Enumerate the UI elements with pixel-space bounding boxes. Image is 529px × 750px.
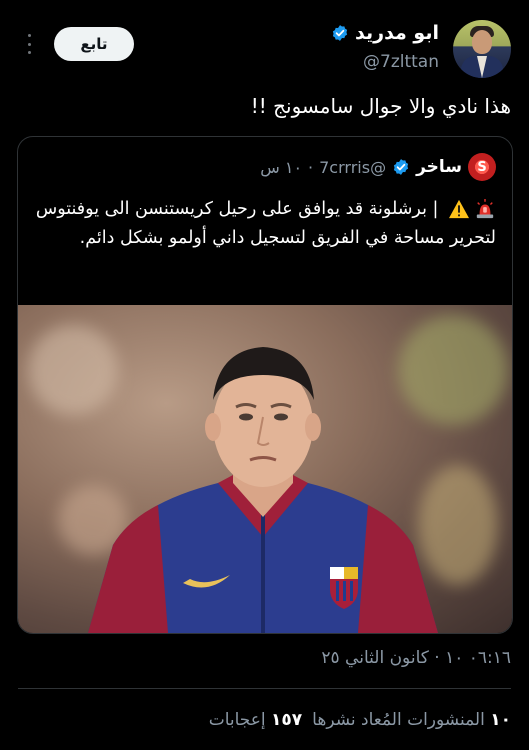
quoted-tweet-dot: ·: [308, 157, 314, 177]
quoted-tweet-media[interactable]: [18, 305, 512, 633]
quoted-tweet-text-block: | برشلونة قد يوافق على رحيل كريستنسن الى…: [34, 195, 496, 253]
more-dot: [27, 51, 31, 54]
quoted-tweet-time: ١٠ س: [260, 157, 303, 177]
retweets-label: المنشورات المُعاد نشرها: [312, 710, 485, 730]
quoted-tweet-card[interactable]: S ساخر @7crrris · ١٠ س | برشلونة قد يواف…: [17, 136, 513, 634]
verified-badge-icon: [393, 159, 409, 175]
player-photo: [88, 347, 438, 633]
tweet-detail: ابو مدريد @7zlttan تابع هذا نادي والا جو…: [0, 0, 529, 750]
quoted-avatar-letter: S: [477, 159, 487, 175]
quoted-author-avatar[interactable]: S: [468, 153, 496, 181]
likes-label: إعجابات: [208, 710, 266, 730]
quoted-author-name[interactable]: ساخر: [416, 157, 462, 177]
author-handle[interactable]: @7zlttan: [363, 52, 439, 72]
verified-badge-icon: [332, 25, 348, 41]
retweets-stat[interactable]: ١٠ المنشورات المُعاد نشرها: [312, 710, 511, 730]
tweet-stats: ١٠ المنشورات المُعاد نشرها ١٥٧ إعجابات: [209, 710, 511, 730]
author-name-row[interactable]: ابو مدريد: [331, 22, 439, 44]
likes-count: ١٥٧: [271, 710, 303, 730]
more-dot: [27, 34, 31, 37]
avatar-face: [472, 30, 492, 54]
tweet-text: هذا نادي والا جوال سامسونج !!: [250, 94, 511, 118]
siren-icon: [476, 199, 494, 219]
quoted-tweet-text: | برشلونة قد يوافق على رحيل كريستنسن الى…: [35, 199, 496, 248]
author-avatar[interactable]: [453, 20, 511, 78]
divider: [18, 688, 511, 689]
tweet-timestamp[interactable]: ٠٦:١٦ ١٠ · كانون الثاني ٢٥: [321, 648, 511, 668]
more-dot: [27, 42, 31, 46]
more-vertical-icon[interactable]: [26, 34, 32, 54]
likes-stat[interactable]: ١٥٧ إعجابات: [209, 710, 302, 730]
retweets-count: ١٠: [490, 710, 511, 730]
quoted-tweet-header: S ساخر @7crrris · ١٠ س: [260, 153, 496, 181]
warning-icon: [449, 199, 469, 219]
quoted-author-handle[interactable]: @7crrris: [319, 158, 386, 177]
follow-button[interactable]: تابع: [54, 27, 134, 61]
author-display-name[interactable]: ابو مدريد: [355, 22, 439, 44]
